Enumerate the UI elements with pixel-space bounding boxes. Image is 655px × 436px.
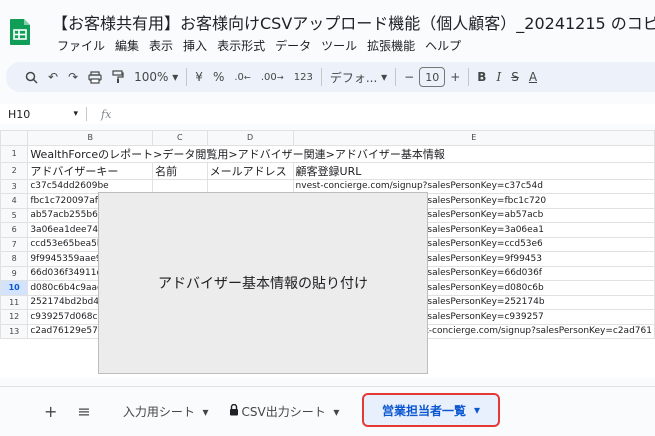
paste-instruction-box: アドバイザー基本情報の貼り付け <box>98 192 428 374</box>
column-header-e[interactable]: E <box>292 130 655 146</box>
row-number[interactable]: 8 <box>0 251 29 267</box>
menu-help[interactable]: ヘルプ <box>420 37 466 54</box>
sheet-tab-label: 営業担当者一覧 <box>381 403 466 418</box>
row-number[interactable]: 9 <box>0 265 29 281</box>
cell-reference: H10 <box>8 107 31 121</box>
sheet-tab-label: CSV出力シート <box>241 405 326 419</box>
decrease-font-size-button[interactable]: − <box>399 65 419 89</box>
sheet-tab-label: 入力用シート <box>122 405 195 419</box>
number-format-button[interactable]: 123 <box>289 65 318 89</box>
search-menus-icon[interactable] <box>20 65 43 89</box>
cell-c[interactable]: 名前 <box>152 161 208 180</box>
text-color-button[interactable]: A <box>524 65 542 89</box>
toolbar: ↶ ↷ 100% ▾ ¥ % .0 ← .00 → 123 デフォ... ▾ − 1… <box>6 62 655 92</box>
increase-decimal-button[interactable]: .00 → <box>256 65 289 89</box>
table-row: 2 アドバイザーキー 名前 メールアドレス 顧客登録URL <box>0 161 655 180</box>
strikethrough-button[interactable]: S <box>506 65 524 89</box>
sheet-tabs-bar: + ≡ 入力用シート ▾ CSV出力シート ▾ <box>0 386 655 436</box>
currency-format-button[interactable]: ¥ <box>190 65 208 89</box>
menu-insert[interactable]: 挿入 <box>178 37 212 54</box>
toolbar-divider <box>468 68 470 86</box>
row-number[interactable]: 3 <box>0 178 29 194</box>
name-box[interactable]: H10 ▾ <box>0 108 86 121</box>
row-number[interactable]: 4 <box>0 193 29 209</box>
table-row: 1 WealthForceのレポート>データ閲覧用>アドバイザー関連>アドバイザー… <box>0 144 655 163</box>
column-header-d[interactable]: D <box>206 130 294 146</box>
row-number[interactable]: 5 <box>0 207 29 223</box>
menu-edit[interactable]: 編集 <box>110 37 144 54</box>
cell-d[interactable]: メールアドレス <box>206 161 294 180</box>
zoom-value: 100% <box>134 70 169 84</box>
menu-format[interactable]: 表示形式 <box>212 37 270 54</box>
chevron-down-icon: ▾ <box>333 404 340 419</box>
formula-input[interactable] <box>111 105 655 123</box>
formula-bar: H10 ▾ fx <box>0 104 655 124</box>
menu-bar: ファイル 編集 表示 挿入 表示形式 データ ツール 拡張機能 ヘルプ <box>52 37 466 54</box>
row-number[interactable]: 2 <box>0 161 29 180</box>
cell-e[interactable]: 顧客登録URL <box>292 161 655 180</box>
zoom-select[interactable]: 100% ▾ <box>129 65 183 89</box>
chevron-down-icon: ▾ <box>473 403 481 417</box>
menu-view[interactable]: 表示 <box>144 37 178 54</box>
bold-button[interactable]: B <box>472 65 491 89</box>
column-header-c[interactable]: C <box>152 130 208 146</box>
chevron-down-icon: ▾ <box>172 70 179 84</box>
all-sheets-button[interactable]: ≡ <box>67 402 100 421</box>
lock-icon <box>229 403 239 419</box>
row-number[interactable]: 7 <box>0 236 29 252</box>
paint-format-icon[interactable] <box>107 65 129 89</box>
font-value: デフォ... <box>329 70 378 85</box>
sheets-window: 【お客様共有用】お客様向けCSVアップロード機能（個人顧客）_20241215 … <box>0 0 655 436</box>
select-all-corner[interactable] <box>0 130 29 146</box>
add-sheet-button[interactable]: + <box>34 402 67 421</box>
redo-icon[interactable]: ↷ <box>63 65 83 89</box>
print-icon[interactable] <box>83 65 107 89</box>
row-number[interactable]: 12 <box>0 309 29 325</box>
column-header-b[interactable]: B <box>27 130 154 146</box>
menu-tools[interactable]: ツール <box>316 37 362 54</box>
increase-font-size-button[interactable]: + <box>445 65 465 89</box>
chevron-down-icon: ▾ <box>202 404 209 419</box>
fx-icon: fx <box>101 107 112 121</box>
sheet-tab-sales-staff[interactable]: 営業担当者一覧 ▾ <box>362 393 500 427</box>
menu-extensions[interactable]: 拡張機能 <box>362 37 420 54</box>
paste-instruction-text: アドバイザー基本情報の貼り付け <box>158 276 368 292</box>
sheet-tab-input[interactable]: 入力用シート ▾ <box>113 403 219 420</box>
cell-b[interactable]: アドバイザーキー <box>27 161 154 180</box>
toolbar-divider <box>395 68 397 86</box>
row-number[interactable]: 6 <box>0 222 29 238</box>
chevron-down-icon: ▾ <box>381 70 388 84</box>
font-select[interactable]: デフォ... ▾ <box>325 65 392 89</box>
font-size-input[interactable]: 10 <box>419 67 446 87</box>
menu-file[interactable]: ファイル <box>52 37 110 54</box>
row-number[interactable]: 11 <box>0 294 29 310</box>
row-number[interactable]: 1 <box>0 144 29 163</box>
document-title[interactable]: 【お客様共有用】お客様向けCSVアップロード機能（個人顧客）_20241215 … <box>52 10 655 34</box>
toolbar-divider <box>86 107 87 121</box>
percent-format-button[interactable]: % <box>208 65 229 89</box>
chevron-down-icon: ▾ <box>73 109 78 119</box>
decrease-decimal-button[interactable]: .0 ← <box>229 65 256 89</box>
toolbar-divider <box>186 68 188 86</box>
italic-button[interactable]: I <box>491 65 506 89</box>
cell-b[interactable]: WealthForceのレポート>データ閲覧用>アドバイザー関連>アドバイザー基… <box>27 144 655 163</box>
google-sheets-logo-icon[interactable] <box>9 18 31 46</box>
sheet-tab-csv-output[interactable]: CSV出力シート ▾ <box>219 403 350 420</box>
row-number[interactable]: 13 <box>0 323 29 339</box>
row-number[interactable]: 10 <box>0 280 29 296</box>
undo-icon[interactable]: ↶ <box>43 65 63 89</box>
menu-data[interactable]: データ <box>270 37 316 54</box>
toolbar-divider <box>320 68 322 86</box>
